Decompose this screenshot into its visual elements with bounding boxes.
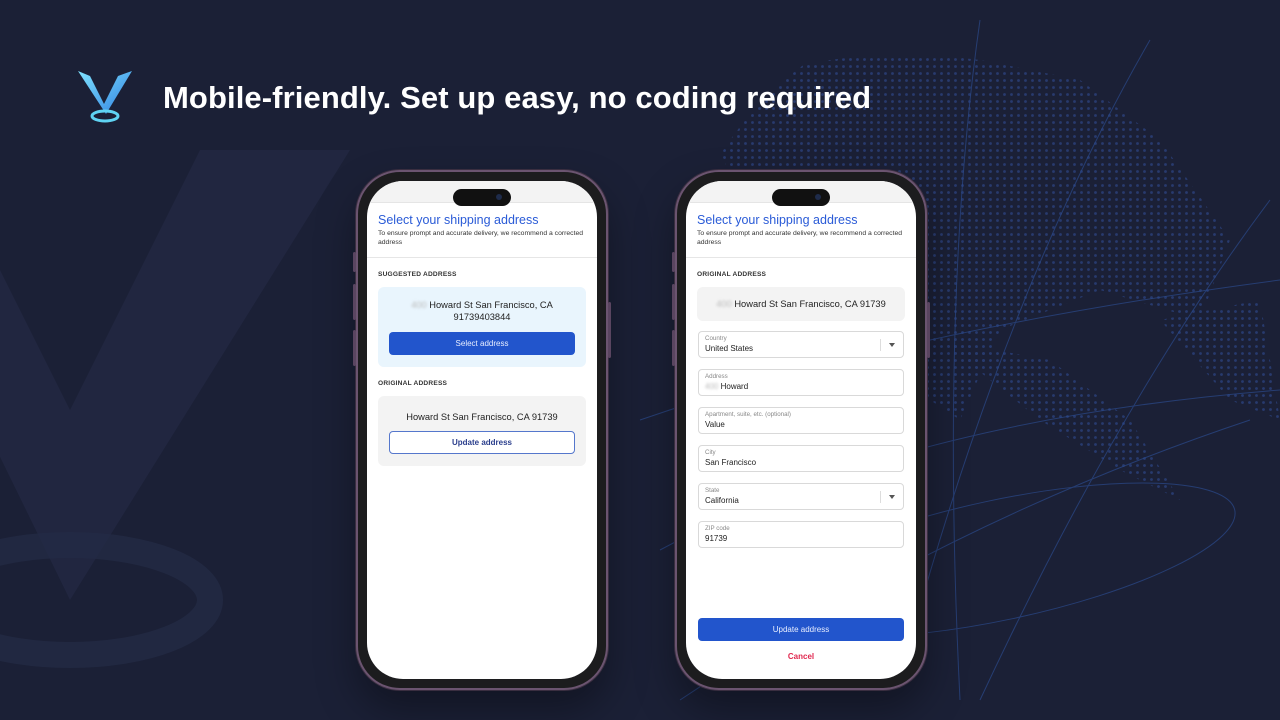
page-title: Select your shipping address xyxy=(697,213,858,227)
phone-suggested-address: Select your shipping address To ensure p… xyxy=(353,170,611,690)
phone-side-button xyxy=(927,302,930,358)
dynamic-island xyxy=(453,189,511,206)
phone-screen: Select your shipping address To ensure p… xyxy=(686,181,916,679)
chevron-down-icon[interactable] xyxy=(889,495,895,499)
phone-side-button xyxy=(353,252,356,272)
update-address-button[interactable]: Update address xyxy=(698,618,904,641)
original-address-label: ORIGINAL ADDRESS xyxy=(697,271,767,278)
suggested-address-text: 400 Howard St San Francisco, CA 91739403… xyxy=(411,300,553,322)
phone-side-button xyxy=(353,284,356,320)
zip-code-field[interactable]: ZIP code 91739 xyxy=(698,521,904,548)
apartment-field[interactable]: Apartment, suite, etc. (optional) Value xyxy=(698,407,904,434)
camera-icon xyxy=(815,194,821,200)
suggested-address-card: 400 Howard St San Francisco, CA 91739403… xyxy=(378,287,586,367)
headline: Mobile-friendly. Set up easy, no coding … xyxy=(163,80,872,115)
page-subtitle: To ensure prompt and accurate delivery, … xyxy=(697,230,903,246)
chevron-down-icon[interactable] xyxy=(889,343,895,347)
suggested-address-label: SUGGESTED ADDRESS xyxy=(378,271,457,278)
blurred-street-number: 400 xyxy=(716,299,732,309)
phone-side-button xyxy=(672,252,675,272)
country-select[interactable]: Country United States xyxy=(698,331,904,358)
select-address-button[interactable]: Select address xyxy=(389,332,575,355)
phone-address-form: Select your shipping address To ensure p… xyxy=(672,170,930,690)
original-address-label: ORIGINAL ADDRESS xyxy=(378,380,448,387)
update-address-button[interactable]: Update address xyxy=(389,431,575,454)
original-address-text: 400 Howard St San Francisco, CA 91739 xyxy=(716,299,886,309)
page-header: Select your shipping address To ensure p… xyxy=(367,203,597,258)
state-select[interactable]: State California xyxy=(698,483,904,510)
v-pin-logo-icon xyxy=(78,71,132,123)
address-field[interactable]: Address 400 Howard xyxy=(698,369,904,396)
phone-side-button xyxy=(353,330,356,366)
city-field[interactable]: City San Francisco xyxy=(698,445,904,472)
blurred-street-number: 400 xyxy=(705,382,719,391)
phone-side-button xyxy=(672,284,675,320)
dynamic-island xyxy=(772,189,830,206)
cancel-link[interactable]: Cancel xyxy=(686,652,916,661)
original-address-card: 400 Howard St San Francisco, CA 91739 xyxy=(697,287,905,321)
page-title: Select your shipping address xyxy=(378,213,539,227)
camera-icon xyxy=(496,194,502,200)
blurred-street-number: 400 xyxy=(411,300,427,310)
phone-screen: Select your shipping address To ensure p… xyxy=(367,181,597,679)
page-subtitle: To ensure prompt and accurate delivery, … xyxy=(378,230,584,246)
original-address-card: Howard St San Francisco, CA 91739 Update… xyxy=(378,396,586,466)
page-header: Select your shipping address To ensure p… xyxy=(686,203,916,258)
phone-side-button xyxy=(608,302,611,358)
original-address-text: Howard St San Francisco, CA 91739 xyxy=(406,412,558,422)
phone-side-button xyxy=(672,330,675,366)
